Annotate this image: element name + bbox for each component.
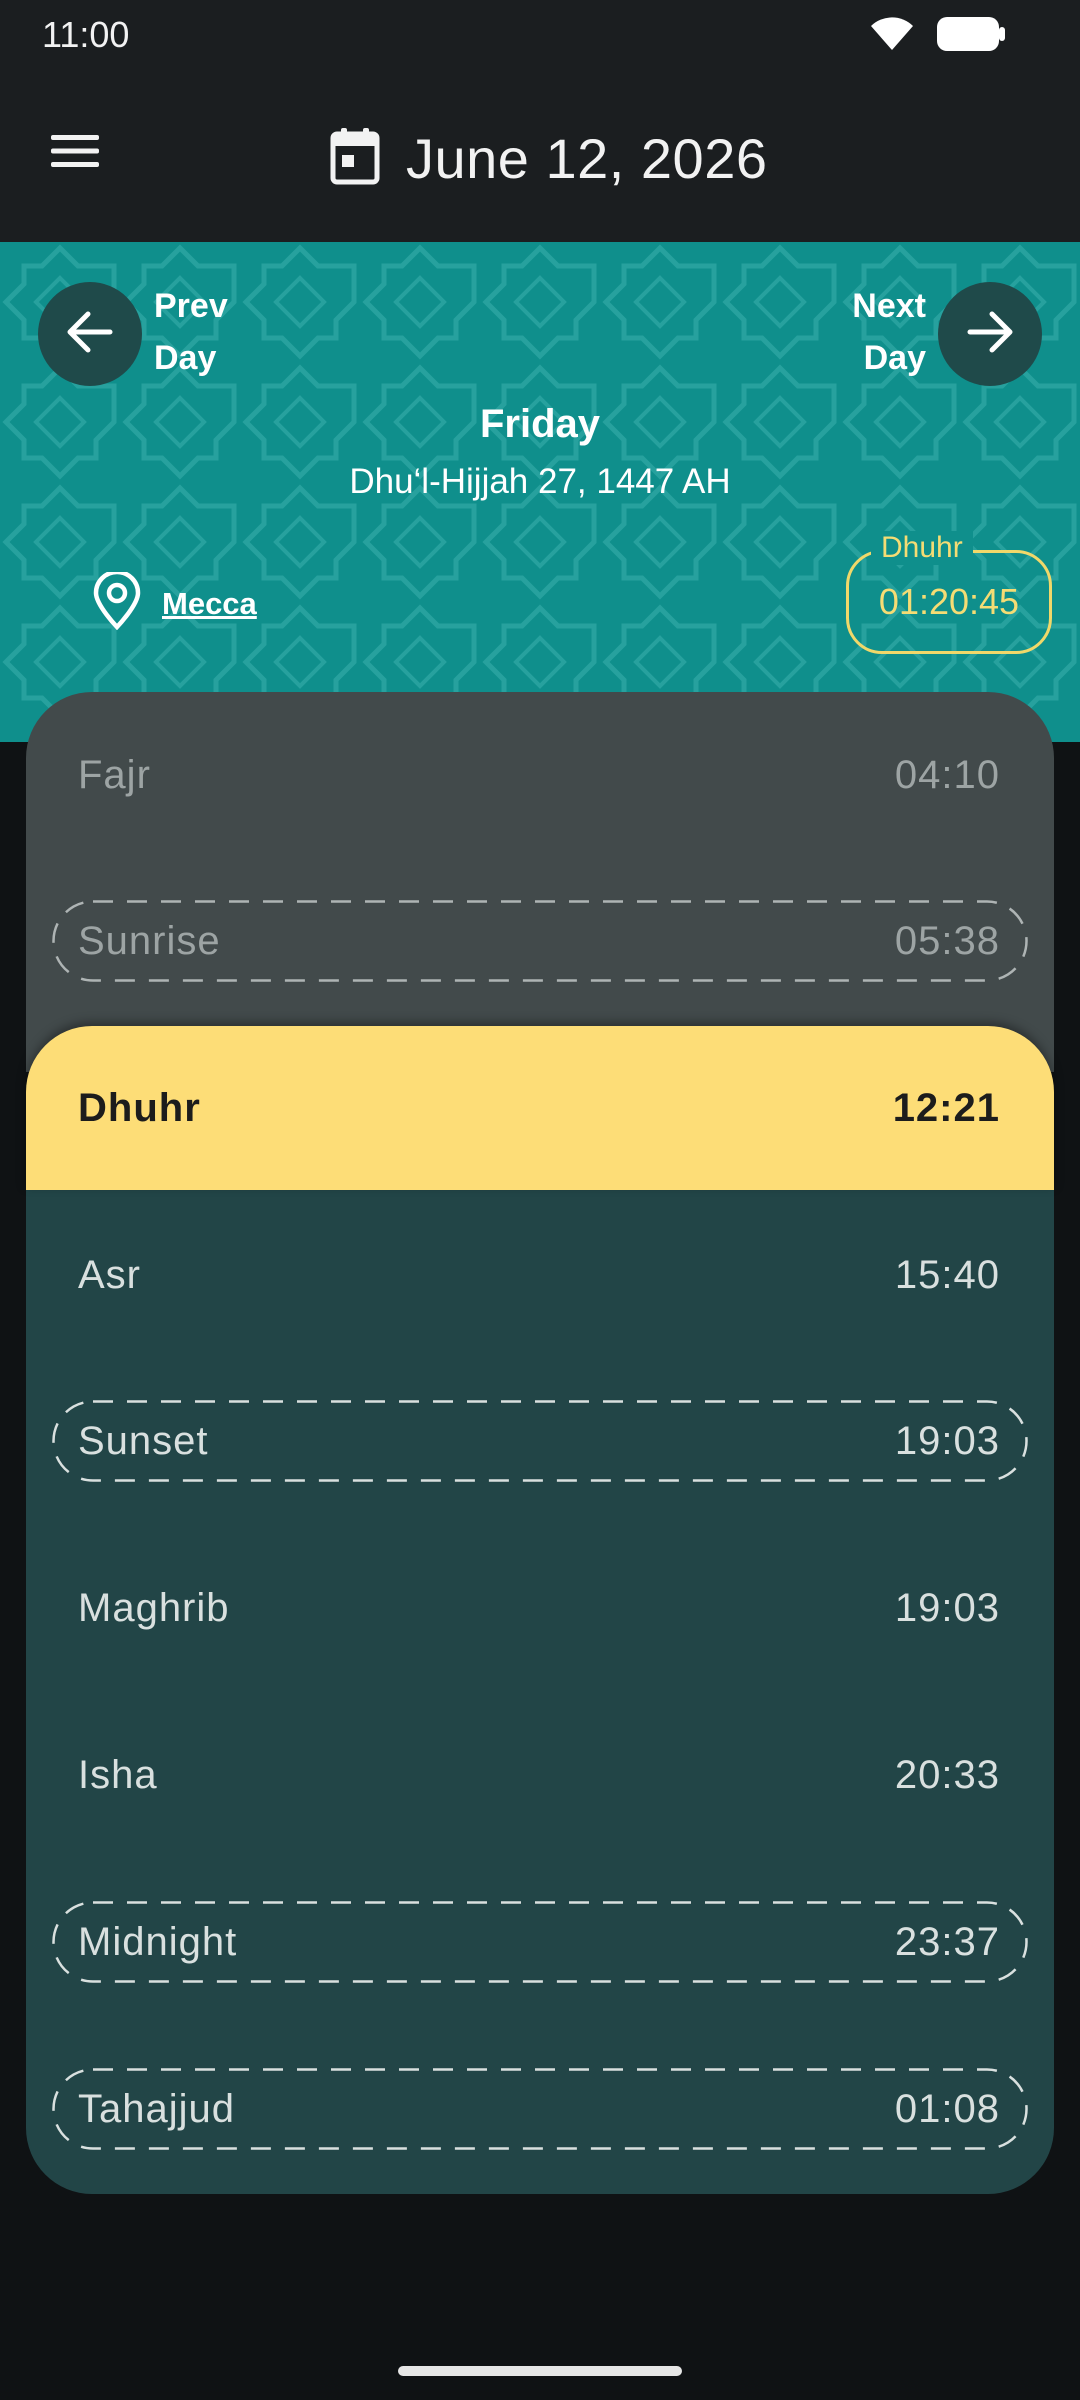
arrow-right-icon [966,310,1014,359]
selected-date: June 12, 2026 [406,126,768,190]
prayer-row-asr[interactable]: Asr 15:40 [26,1192,1054,1358]
prev-day-button[interactable] [38,282,142,386]
prayer-name: Dhuhr [78,1085,201,1130]
prayer-name: Sunrise [78,918,221,963]
date-picker-button[interactable]: June 12, 2026 [330,118,767,198]
battery-icon [936,16,1006,57]
prayer-name: Tahajjud [78,2086,236,2131]
countdown-time: 01:20:45 [878,581,1020,622]
prayer-row-sunset[interactable]: Sunset 19:03 [26,1358,1054,1524]
prayer-row-dhuhr[interactable]: Dhuhr 12:21 [26,1026,1054,1190]
calendar-icon [330,127,380,190]
location-pin-icon [92,569,142,635]
countdown-label: Dhuhr [871,531,973,565]
prayer-row-maghrib[interactable]: Maghrib 19:03 [26,1525,1054,1691]
weekday: Friday [479,402,601,446]
hijri-date: Dhu‘l-Hijjah 27, 1447 AH [349,462,731,501]
home-indicator[interactable] [398,2366,682,2376]
menu-icon [51,133,99,174]
arrow-left-icon [66,310,114,359]
prayer-name: Fajr [78,752,151,797]
status-icons [870,16,1006,57]
next-day-button[interactable] [938,282,1042,386]
location-button[interactable]: Mecca [92,569,257,635]
prayer-time: 01:08 [894,2086,1000,2131]
next-day-label[interactable]: Next Day [796,280,926,384]
prayer-row-midnight[interactable]: Midnight 23:37 [26,1859,1054,2025]
prev-label-line2: Day [154,339,217,377]
next-label-line1: Next [852,287,926,325]
prayer-time: 20:33 [894,1752,1000,1797]
prayer-name: Isha [78,1752,158,1797]
prayer-time: 19:03 [894,1418,1000,1463]
prev-day-label[interactable]: Prev Day [154,280,284,384]
status-bar: 11:00 [0,0,1080,70]
prayer-row-sunrise[interactable]: Sunrise 05:38 [26,858,1054,1024]
prayer-time: 23:37 [894,1919,1000,1964]
prayer-time: 12:21 [892,1085,1000,1130]
date-header: Prev Day Next Day Friday Dhu‘l-Hijjah 27… [0,242,1080,742]
next-label-line2: Day [863,339,926,377]
prayer-row-fajr[interactable]: Fajr 04:10 [26,692,1054,858]
prayer-time: 04:10 [894,752,1000,797]
prayer-name: Asr [78,1252,141,1297]
prayer-row-tahajjud[interactable]: Tahajjud 01:08 [26,2026,1054,2192]
prayer-name: Midnight [78,1919,238,1964]
prev-label-line1: Prev [154,287,228,325]
next-prayer-countdown: Dhuhr 01:20:45 [846,531,1052,654]
prayer-row-isha[interactable]: Isha 20:33 [26,1692,1054,1858]
prayer-time: 15:40 [894,1252,1000,1297]
prayer-name: Maghrib [78,1585,230,1630]
prayer-time: 19:03 [894,1585,1000,1630]
status-time: 11:00 [42,14,130,55]
location-name: Mecca [162,585,257,621]
menu-button[interactable] [40,118,110,188]
app-bar: June 12, 2026 [0,70,1080,242]
wifi-icon [870,17,914,56]
prayer-time: 05:38 [894,918,1000,963]
prayer-name: Sunset [78,1418,209,1463]
